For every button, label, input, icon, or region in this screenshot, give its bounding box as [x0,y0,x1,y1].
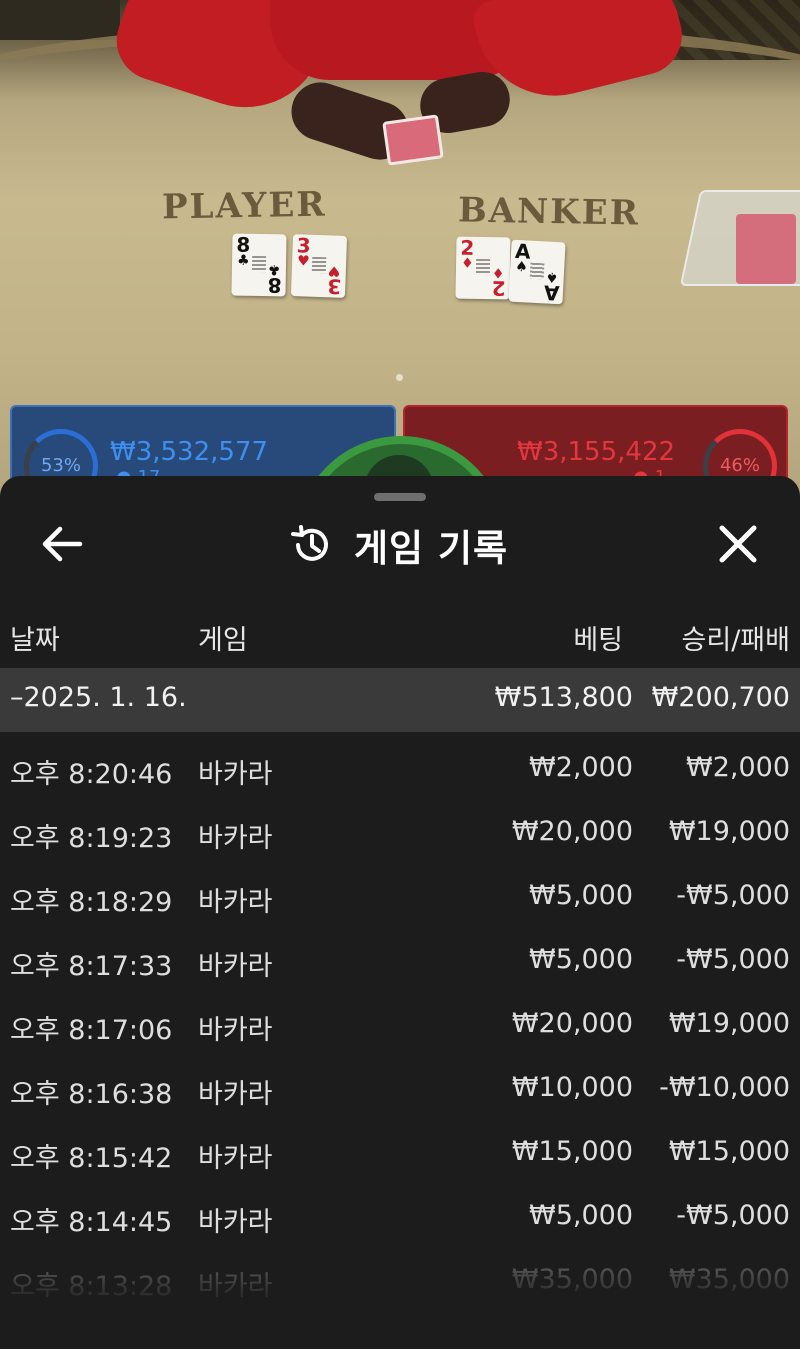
row-result: ₩19,000 [668,1008,790,1039]
row-bet: ₩15,000 [511,1136,633,1167]
row-time: 오후 8:20:46 [10,759,173,790]
card-pip [475,258,491,276]
row-time: 오후 8:14:45 [10,1207,173,1238]
row-bet: ₩35,000 [511,1264,633,1295]
banker-card-1: 2 ♦ 2 ♦ [455,236,511,301]
row-game: 바카라 [198,1143,273,1174]
card-rank-bottom: 8 [267,273,282,298]
row-game: 바카라 [198,1079,273,1110]
row-time: 오후 8:15:42 [10,1143,173,1174]
row-result: -₩5,000 [676,944,790,975]
row-bet: ₩5,000 [529,880,633,911]
row-result: ₩2,000 [686,752,790,783]
card-suit: ♣ [236,252,250,269]
card-suit-bottom: ♦ [492,264,506,281]
header-win-loss: 승리/패배 [681,625,790,656]
row-bet: ₩20,000 [511,816,633,847]
row-bet: ₩5,000 [529,944,633,975]
row-bet: ₩5,000 [529,1200,633,1231]
day-total-result: ₩200,700 [651,682,790,713]
table-row[interactable]: 오후 8:17:06 바카라 ₩20,000 ₩19,000 [0,994,800,1058]
close-button[interactable] [712,520,764,568]
banker-card-2: A ♠ A ♠ [508,239,566,306]
history-list: 오후 8:20:46 바카라 ₩2,000 ₩2,000 오후 8:19:23 … [0,738,800,1314]
table-row[interactable]: 오후 8:13:28 바카라 ₩35,000 ₩35,000 [0,1250,800,1314]
row-result: ₩19,000 [668,816,790,847]
header-bet: 베팅 [573,625,623,656]
header-game: 게임 [198,625,248,656]
card-suit-bottom: ♥ [328,262,342,279]
row-result: -₩5,000 [676,880,790,911]
card-pip [251,255,267,273]
close-icon [719,525,757,563]
row-result: -₩10,000 [659,1072,790,1103]
sheet-title: 게임 기록 [354,527,509,570]
card-suit-bottom: ♣ [268,261,282,278]
live-table-video: PLAYER BANKER 8 ♣ 8 ♣ 3 ♥ 3 ♥ 2 ♦ 2 ♦ A … [0,0,800,500]
card-rank-bottom: 2 [491,276,506,301]
row-game: 바카라 [198,887,273,918]
row-game: 바카라 [198,759,273,790]
row-bet: ₩20,000 [511,1008,633,1039]
row-bet: ₩2,000 [529,752,633,783]
table-row[interactable]: 오후 8:17:33 바카라 ₩5,000 -₩5,000 [0,930,800,994]
table-row[interactable]: 오후 8:15:42 바카라 ₩15,000 ₩15,000 [0,1122,800,1186]
banker-total-bet: ₩3,155,422 [517,437,676,467]
row-result: -₩5,000 [676,1200,790,1231]
card-suit-bottom: ♠ [545,268,560,286]
day-summary-row[interactable]: –2025. 1. 16. ₩513,800 ₩200,700 [0,668,800,732]
back-button[interactable] [36,522,88,566]
player-zone-label: PLAYER [161,184,327,228]
table-row[interactable]: 오후 8:20:46 바카라 ₩2,000 ₩2,000 [0,738,800,802]
dealer-held-card [382,114,444,166]
player-total-bet: ₩3,532,577 [110,437,269,467]
table-row[interactable]: 오후 8:14:45 바카라 ₩5,000 -₩5,000 [0,1186,800,1250]
arrow-left-icon [42,526,83,562]
row-game: 바카라 [198,1015,273,1046]
card-pip [529,262,545,280]
row-result: ₩35,000 [668,1264,790,1295]
row-game: 바카라 [198,1207,273,1238]
row-time: 오후 8:17:06 [10,1015,173,1046]
card-suit: ♠ [514,258,529,276]
row-time: 오후 8:19:23 [10,823,173,854]
day-date: –2025. 1. 16. [10,682,187,713]
card-rank-bottom: 3 [326,274,342,299]
row-time: 오후 8:17:33 [10,951,173,982]
player-card-2: 3 ♥ 3 ♥ [290,233,348,299]
table-row[interactable]: 오후 8:18:29 바카라 ₩5,000 -₩5,000 [0,866,800,930]
row-game: 바카라 [198,1271,273,1302]
card-suit: ♥ [296,253,310,270]
background-wall [0,0,120,40]
banker-zone-label: BANKER [457,190,641,234]
row-time: 오후 8:16:38 [10,1079,173,1110]
row-time: 오후 8:13:28 [10,1271,173,1302]
row-time: 오후 8:18:29 [10,887,173,918]
day-total-bet: ₩513,800 [494,682,633,713]
sheet-header: 게임 기록 [290,520,508,570]
game-history-sheet: 게임 기록 날짜 게임 베팅 승리/패배 –2025. 1. 16. ₩513,… [0,476,800,1349]
row-bet: ₩10,000 [511,1072,633,1103]
drag-handle[interactable] [374,493,426,501]
row-game: 바카라 [198,823,273,854]
row-game: 바카라 [198,951,273,982]
page-dot-indicator [396,374,403,381]
shoe-card [736,214,796,284]
table-header: 날짜 게임 베팅 승리/패배 [0,612,800,660]
header-date: 날짜 [10,625,60,656]
player-card-1: 8 ♣ 8 ♣ [231,233,287,298]
history-icon [291,525,328,561]
card-suit: ♦ [460,255,474,272]
table-row[interactable]: 오후 8:16:38 바카라 ₩10,000 -₩10,000 [0,1058,800,1122]
card-rank-bottom: A [542,280,560,306]
card-pip [311,256,327,274]
table-row[interactable]: 오후 8:19:23 바카라 ₩20,000 ₩19,000 [0,802,800,866]
row-result: ₩15,000 [668,1136,790,1167]
